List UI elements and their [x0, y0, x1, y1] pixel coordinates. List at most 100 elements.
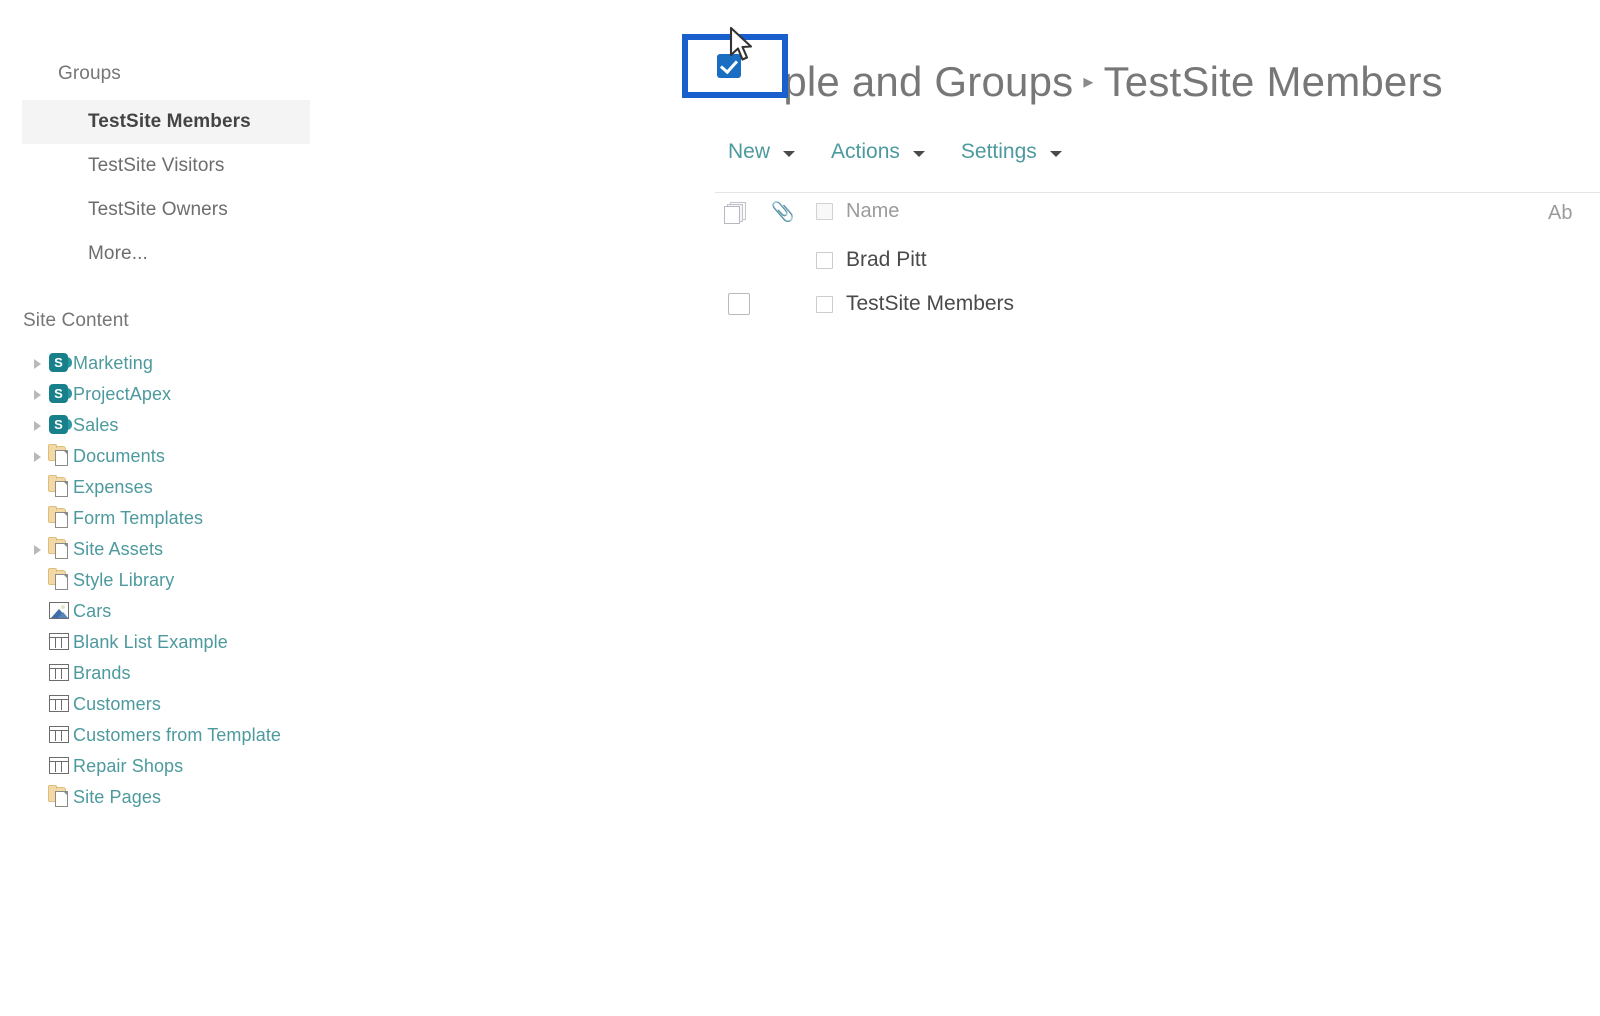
tree-item-label: Blank List Example [73, 632, 228, 652]
tree-item-projectapex[interactable]: S ProjectApex [0, 378, 640, 409]
row-select-cell[interactable] [726, 293, 752, 315]
sidebar-item-more[interactable]: More... [0, 232, 640, 276]
tree-item-label: Repair Shops [73, 756, 184, 776]
row-name-cell[interactable]: TestSite Members [816, 292, 1014, 316]
expand-triangle-icon[interactable] [30, 448, 46, 464]
stacked-documents-icon[interactable] [724, 201, 750, 225]
sidebar-item-label: TestSite Members [88, 111, 251, 132]
expand-triangle-icon[interactable] [30, 386, 46, 402]
actions-menu-button[interactable]: Actions [831, 140, 925, 164]
expand-triangle-icon[interactable] [30, 541, 46, 557]
table-row[interactable]: Brad Pitt [640, 238, 1600, 282]
chevron-down-icon[interactable] [783, 151, 796, 157]
breadcrumb: People and Groups ▸ TestSite Members [708, 58, 1443, 106]
tree-item-expenses[interactable]: Expenses [0, 471, 640, 502]
list-icon [47, 692, 73, 716]
tree-item-cars[interactable]: Cars [0, 595, 640, 626]
main-content-area: People and Groups ▸ TestSite Members New A… [640, 0, 1600, 1016]
list-icon [47, 754, 73, 778]
tree-item-label: Customers from Template [73, 725, 282, 745]
actions-menu-label: Actions [831, 140, 900, 163]
tree-item-sales[interactable]: S Sales [0, 409, 640, 440]
document-library-icon [47, 505, 73, 530]
mouse-cursor-icon [729, 26, 753, 61]
expand-triangle-icon[interactable] [30, 355, 46, 371]
tree-item-label: Marketing [73, 353, 153, 373]
left-navigation-pane: Groups TestSite Members TestSite Visitor… [0, 0, 640, 1016]
row-name-label: TestSite Members [846, 292, 1015, 315]
document-library-icon [47, 536, 73, 561]
tree-item-form-templates[interactable]: Form Templates [0, 502, 640, 533]
select-all-checkbox[interactable] [816, 203, 833, 220]
document-library-icon [47, 784, 73, 809]
tree-item-blank-list-example[interactable]: Blank List Example [0, 626, 640, 657]
tree-item-label: Cars [73, 601, 112, 621]
tree-item-site-assets[interactable]: Site Assets [0, 533, 640, 564]
tree-item-label: Expenses [73, 477, 153, 497]
list-toolbar: New Actions Settings [728, 140, 1098, 164]
chevron-down-icon[interactable] [912, 151, 925, 157]
document-library-icon [47, 474, 73, 499]
table-row[interactable]: TestSite Members [640, 282, 1600, 326]
sidebar-item-label: TestSite Visitors [88, 155, 225, 176]
row-select-checkbox[interactable] [728, 293, 750, 315]
settings-menu-label: Settings [960, 140, 1037, 163]
tree-item-label: Form Templates [73, 508, 204, 528]
tree-item-label: Documents [73, 446, 165, 466]
tree-item-brands[interactable]: Brands [0, 657, 640, 688]
row-name-checkbox[interactable] [816, 251, 833, 269]
table-top-divider [715, 192, 1600, 193]
tree-item-site-pages[interactable]: Site Pages [0, 781, 640, 812]
tree-item-documents[interactable]: Documents [0, 440, 640, 471]
column-header-name[interactable]: Name [816, 200, 899, 223]
tree-item-customers-from-template[interactable]: Customers from Template [0, 719, 640, 750]
sidebar-item-testsite-members[interactable]: TestSite Members [22, 100, 310, 144]
expand-triangle-icon[interactable] [30, 417, 46, 433]
list-icon [47, 661, 73, 685]
sidebar-item-testsite-visitors[interactable]: TestSite Visitors [0, 144, 640, 188]
tree-item-label: Site Assets [73, 539, 164, 559]
chevron-down-icon[interactable] [1049, 151, 1062, 157]
row-select-cell[interactable] [726, 249, 752, 271]
sidebar-item-label: TestSite Owners [88, 199, 228, 220]
groups-list: TestSite Members TestSite Visitors TestS… [0, 100, 640, 276]
tree-item-style-library[interactable]: Style Library [0, 564, 640, 595]
site-content-tree: S Marketing S ProjectApex S Sales Docume… [0, 347, 640, 812]
tree-item-label: Customers [73, 694, 161, 714]
groups-heading: Groups [58, 63, 121, 84]
tree-item-marketing[interactable]: S Marketing [0, 347, 640, 378]
sharepoint-site-icon: S [47, 351, 73, 375]
breadcrumb-separator-icon: ▸ [1083, 71, 1094, 93]
column-header-about-me[interactable]: Ab [1548, 202, 1572, 225]
attachment-paperclip-icon[interactable]: 📎 [771, 201, 795, 225]
tree-item-label: ProjectApex [73, 384, 172, 404]
table-header-row: 📎 Name Ab [640, 198, 1600, 234]
row-name-label: Brad Pitt [846, 248, 927, 271]
settings-menu-button[interactable]: Settings [961, 140, 1062, 164]
tree-item-label: Sales [73, 415, 119, 435]
column-header-name-label: Name [846, 200, 900, 222]
sharepoint-site-icon: S [47, 382, 73, 406]
row-name-cell[interactable]: Brad Pitt [816, 248, 927, 272]
picture-library-icon [47, 599, 73, 623]
list-icon [47, 723, 73, 747]
sidebar-item-testsite-owners[interactable]: TestSite Owners [0, 188, 640, 232]
tree-item-label: Site Pages [73, 787, 162, 807]
new-menu-label: New [728, 140, 771, 163]
new-menu-button[interactable]: New [728, 140, 796, 164]
sharepoint-site-icon: S [47, 413, 73, 437]
list-icon [47, 630, 73, 654]
tree-item-label: Brands [73, 663, 131, 683]
tree-item-customers[interactable]: Customers [0, 688, 640, 719]
row-name-checkbox[interactable] [816, 295, 833, 313]
tree-item-repair-shops[interactable]: Repair Shops [0, 750, 640, 781]
